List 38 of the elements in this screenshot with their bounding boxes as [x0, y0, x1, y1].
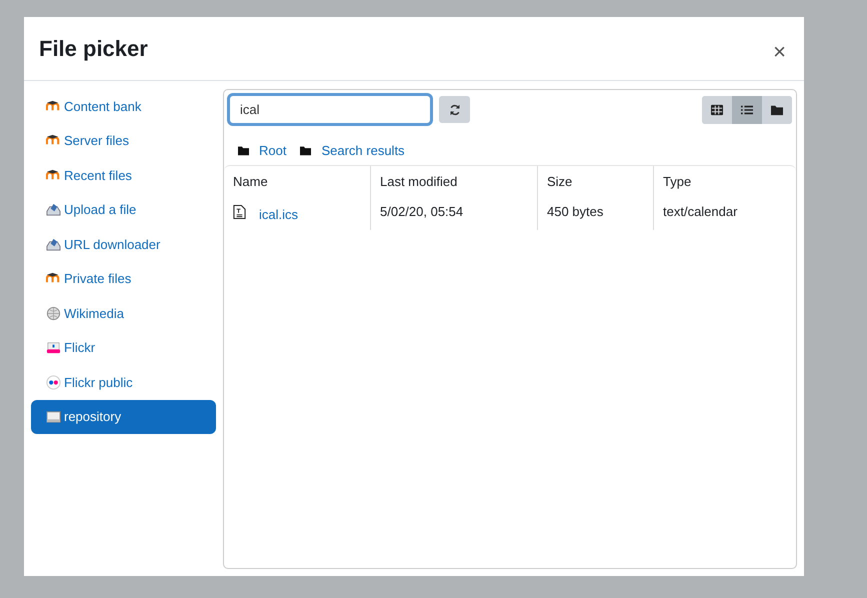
file-link[interactable]: ical.ics [259, 207, 298, 222]
view-button[interactable] [732, 96, 762, 124]
sidebar-item[interactable]: URL downloader [31, 227, 216, 262]
list-icon [741, 104, 753, 116]
globe-icon [46, 306, 61, 321]
flickr-icon [46, 340, 61, 356]
sidebar-item[interactable]: Upload a file [31, 192, 216, 227]
breadcrumb-link[interactable]: Search results [321, 142, 405, 158]
text-file-icon [233, 204, 246, 220]
refresh-icon [448, 104, 460, 116]
sidebar-item[interactable]: Recent files [31, 158, 216, 192]
sidebar-item[interactable]: Wikimedia [31, 296, 216, 330]
dots-icon [46, 374, 61, 390]
column-header[interactable]: Name [224, 166, 370, 195]
sidebar-item[interactable]: Content bank [31, 89, 216, 124]
folder-icon [300, 144, 312, 156]
close-button[interactable]: × [769, 38, 790, 64]
table-cell: text/calendar [663, 204, 738, 219]
sidebar-item[interactable]: Server files [31, 124, 216, 158]
folder-icon [238, 144, 249, 156]
column-header[interactable]: Size [538, 166, 654, 195]
refresh-button[interactable] [439, 96, 470, 123]
grid-icon [711, 104, 723, 116]
table-cell: 450 bytes [547, 204, 604, 219]
search-field[interactable]: ical [227, 93, 433, 126]
table-cell: 5/02/20, 05:54 [380, 204, 464, 219]
column-header[interactable]: Type [654, 166, 796, 195]
drive-icon [46, 409, 61, 424]
folder-icon [771, 104, 783, 116]
column-header[interactable]: Last modified [370, 166, 538, 195]
sidebar-item[interactable]: Private files [31, 262, 216, 296]
dialog-title: File picker [39, 36, 148, 62]
sidebar-item[interactable]: Flickr [31, 330, 216, 365]
tray-icon [46, 202, 61, 218]
sidebar-item[interactable]: repository [31, 400, 216, 434]
breadcrumb-link[interactable]: Root [259, 142, 286, 158]
tray-icon [46, 236, 61, 252]
sidebar-item[interactable]: Flickr public [31, 365, 216, 400]
